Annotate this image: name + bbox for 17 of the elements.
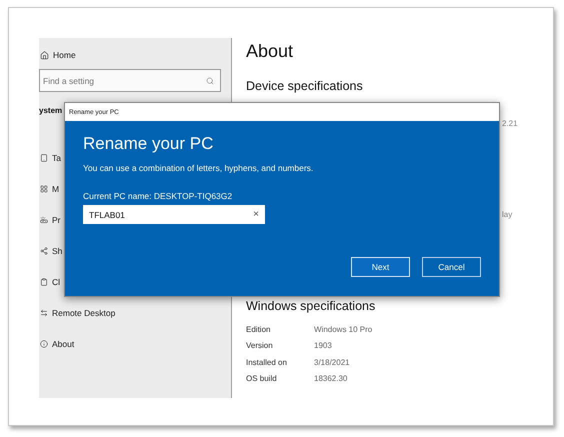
page-title: About (246, 41, 294, 62)
spec-value: 1903 (314, 341, 332, 350)
spec-label: OS build (246, 374, 278, 384)
spec-value: lay (502, 210, 514, 219)
spec-value: 3/18/2021 (314, 358, 350, 367)
spec-value: 2.21 (502, 119, 519, 128)
dialog-heading: Rename your PC (83, 134, 214, 154)
spec-label: Installed on (246, 358, 288, 367)
spec-value: Windows 10 Pro (314, 324, 372, 334)
spec-label: Version (246, 341, 274, 350)
dialog-description: You can use a combination of letters, hyphens, and numbers. (83, 163, 314, 173)
spec-label: Edition (246, 324, 272, 334)
section-heading: Device specifications (246, 79, 364, 93)
spec-value: 18362.30 (314, 374, 348, 384)
section-heading: Windows specifications (246, 299, 376, 313)
current-name: Current PC name: DESKTOP-TIQ63G2 (83, 191, 234, 201)
section-title: ystem (39, 106, 62, 115)
